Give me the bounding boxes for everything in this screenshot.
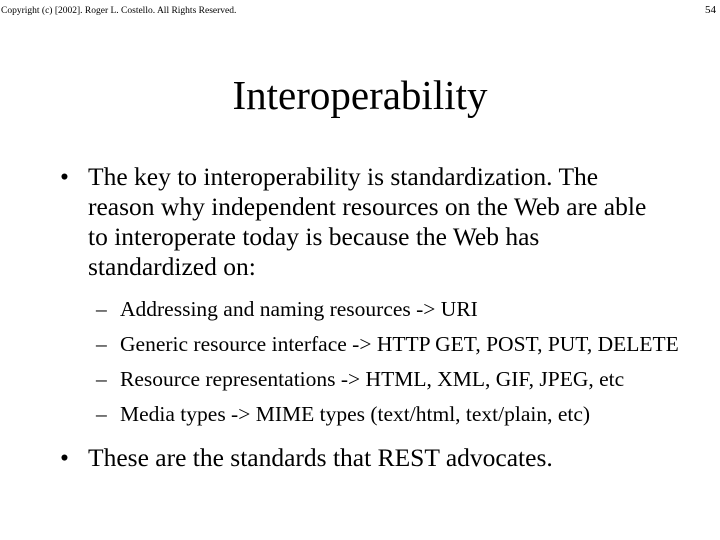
sub-bullet-list: – Addressing and naming resources -> URI…: [0, 296, 720, 427]
sub-bullet-text: Media types -> MIME types (text/html, te…: [120, 402, 591, 426]
bullet-item: • These are the standards that REST advo…: [0, 443, 668, 473]
slide-title: Interoperability: [232, 72, 488, 118]
bullet-text: The key to interoperability is standardi…: [88, 162, 647, 281]
copyright-notice: Copyright (c) [2002]. Roger L. Costello.…: [1, 6, 237, 16]
sub-bullet-text: Resource representations -> HTML, XML, G…: [120, 367, 625, 391]
bullet-icon: •: [60, 162, 69, 191]
sub-bullet-text: Addressing and naming resources -> URI: [120, 297, 478, 321]
sub-bullet-item: – Media types -> MIME types (text/html, …: [0, 401, 680, 427]
bullet-icon: •: [60, 443, 69, 472]
sub-bullet-item: – Generic resource interface -> HTTP GET…: [0, 331, 680, 357]
bullet-text: These are the standards that REST advoca…: [88, 443, 553, 472]
sub-bullet-item: – Addressing and naming resources -> URI: [0, 296, 680, 322]
page-number: 54: [705, 4, 716, 16]
bullet-item: • The key to interoperability is standar…: [0, 162, 668, 282]
dash-icon: –: [96, 367, 107, 391]
sub-bullet-text: Generic resource interface -> HTTP GET, …: [120, 332, 679, 356]
dash-icon: –: [96, 332, 107, 356]
sub-bullet-item: – Resource representations -> HTML, XML,…: [0, 366, 680, 392]
bullet-list: • The key to interoperability is standar…: [0, 162, 720, 473]
dash-icon: –: [96, 297, 107, 321]
dash-icon: –: [96, 402, 107, 426]
